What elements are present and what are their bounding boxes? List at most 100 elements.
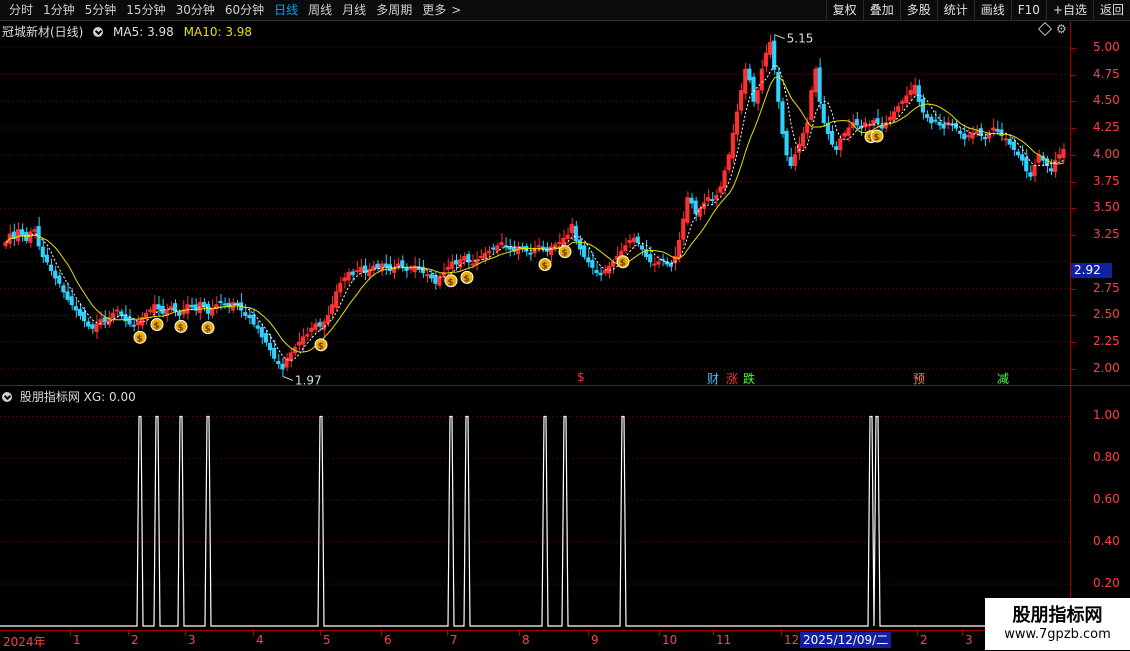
candle-body-245 xyxy=(1015,151,1021,156)
candle-body-78 xyxy=(325,314,330,323)
candle-body-247 xyxy=(1024,157,1029,172)
candle-body-140 xyxy=(582,245,587,258)
candle-body-201 xyxy=(834,146,839,150)
more-chevron-icon[interactable]: > xyxy=(451,0,466,20)
event-marker-5[interactable]: 减 xyxy=(997,370,1009,387)
candle-body-202 xyxy=(838,138,843,150)
candle-body-221 xyxy=(916,85,921,102)
candle-body-120 xyxy=(499,242,504,246)
candle-body-65 xyxy=(272,347,277,359)
tool-button-2[interactable]: 多股 xyxy=(899,0,937,20)
price-tick-4: 4.00 xyxy=(1093,146,1120,161)
candle-body-152 xyxy=(631,237,636,243)
candle-body-191 xyxy=(792,154,797,167)
tool-button-5[interactable]: F10 xyxy=(1010,0,1046,20)
money-bag-icon: $ xyxy=(538,258,552,272)
svg-text:$: $ xyxy=(562,249,568,259)
time-tick-mark-2 xyxy=(128,631,129,636)
candle-body-6 xyxy=(28,231,33,243)
tool-button-1[interactable]: 叠加 xyxy=(862,0,900,20)
price-tick-8: 2.75 xyxy=(1093,280,1120,295)
svg-text:$: $ xyxy=(178,323,184,333)
period-tab-5[interactable]: 60分钟 xyxy=(220,0,269,20)
candle-body-115 xyxy=(478,256,483,259)
price-tick-mark-6 xyxy=(1071,208,1076,210)
period-tab-1[interactable]: 1分钟 xyxy=(38,0,80,20)
period-toolbar: 分时 1分钟 5分钟 15分钟 30分钟 60分钟 日线 周线 月线 多周期 更多 > 复权 叠加 多股统… xyxy=(0,0,1130,21)
candle-body-204 xyxy=(846,127,851,136)
candle-body-81 xyxy=(338,282,343,293)
period-tab-6[interactable]: 日线 xyxy=(269,0,303,20)
candle-body-84 xyxy=(350,271,355,276)
period-tab-3[interactable]: 15分钟 xyxy=(121,0,170,20)
tool-button-3[interactable]: 统计 xyxy=(936,0,974,20)
candle-body-240 xyxy=(995,128,1000,132)
candle-body-124 xyxy=(515,246,521,255)
time-tick-3: 3 xyxy=(188,633,196,647)
candle-body-194 xyxy=(805,122,810,134)
period-tab-10[interactable]: 更多 xyxy=(417,0,451,20)
event-marker-1[interactable]: 财 xyxy=(707,370,719,387)
candle-body-105 xyxy=(437,276,442,286)
dropdown-circle-icon[interactable] xyxy=(93,27,104,37)
period-tab-4[interactable]: 30分钟 xyxy=(171,0,220,20)
indicator-panel[interactable]: 股朋指标网 XG: 0.00 xyxy=(0,386,1070,630)
candle-body-4 xyxy=(20,229,25,236)
time-tick-mark-11 xyxy=(713,631,714,636)
dropdown-circle-icon[interactable] xyxy=(2,392,12,402)
candle-body-196 xyxy=(813,68,818,93)
time-tick-13: 2 xyxy=(920,633,928,647)
tool-button-6[interactable]: +自选 xyxy=(1045,0,1093,20)
candle-body-175 xyxy=(726,154,731,171)
time-tick-mark-3 xyxy=(185,631,186,636)
candle-body-127 xyxy=(528,252,533,255)
candle-body-198 xyxy=(821,104,826,124)
indicator-chart xyxy=(0,415,1070,627)
time-tick-mark-6 xyxy=(381,631,382,636)
candle-body-144 xyxy=(598,272,603,276)
candle-body-224 xyxy=(929,116,934,124)
candle-body-197 xyxy=(817,67,822,102)
candle-body-31 xyxy=(131,324,136,327)
event-marker-4[interactable]: 预 xyxy=(913,370,925,387)
period-tab-8[interactable]: 月线 xyxy=(337,0,371,20)
candle-body-165 xyxy=(685,197,690,223)
event-marker-3[interactable]: 跌 xyxy=(743,370,755,387)
candle-body-219 xyxy=(908,90,913,96)
price-tick-7: 3.25 xyxy=(1093,227,1120,242)
candle-body-138 xyxy=(573,225,578,241)
candle-body-16 xyxy=(69,296,74,306)
tool-button-7[interactable]: 返回 xyxy=(1092,0,1130,20)
main-chart-panel[interactable]: 冠城新材(日线) MA5: 3.98 MA10: 3.98 ⚙ 5.15 1.97… xyxy=(0,21,1070,386)
xg-signal-line xyxy=(0,415,1070,627)
time-tick-mark-7 xyxy=(447,631,448,636)
event-marker-0[interactable]: $ xyxy=(577,370,585,384)
price-tick-mark-5 xyxy=(1071,181,1076,183)
svg-text:$: $ xyxy=(620,259,626,269)
candle-body-188 xyxy=(780,101,785,134)
candle-body-225 xyxy=(933,119,938,122)
event-marker-2[interactable]: 涨 xyxy=(726,370,738,387)
time-tick-mark-12 xyxy=(781,631,782,636)
candle-body-136 xyxy=(565,234,570,239)
candle-body-15 xyxy=(65,291,70,300)
candle-body-9 xyxy=(40,246,45,258)
candle-body-142 xyxy=(590,260,595,268)
candle-body-111 xyxy=(462,256,467,261)
price-tick-mark-3 xyxy=(1071,128,1076,130)
tool-button-0[interactable]: 复权 xyxy=(825,0,863,20)
candle-body-180 xyxy=(747,68,752,81)
indicator-tick-1: 0.80 xyxy=(1093,450,1120,465)
period-tab-0[interactable]: 分时 xyxy=(4,0,38,20)
period-tab-9[interactable]: 多周期 xyxy=(371,0,417,20)
current-price-tag: 2.92 xyxy=(1071,263,1112,279)
candle-body-139 xyxy=(577,239,583,250)
candle-body-104 xyxy=(433,274,438,284)
period-tabs: 分时 1分钟 5分钟 15分钟 30分钟 60分钟 日线 周线 月线 多周期 更多 > xyxy=(0,0,466,20)
time-tick-14: 3 xyxy=(965,633,973,647)
period-tab-2[interactable]: 5分钟 xyxy=(80,0,122,20)
candle-body-249 xyxy=(1032,165,1037,177)
low-marker: 1.97 xyxy=(295,373,322,385)
tool-button-4[interactable]: 画线 xyxy=(973,0,1011,20)
period-tab-7[interactable]: 周线 xyxy=(303,0,337,20)
